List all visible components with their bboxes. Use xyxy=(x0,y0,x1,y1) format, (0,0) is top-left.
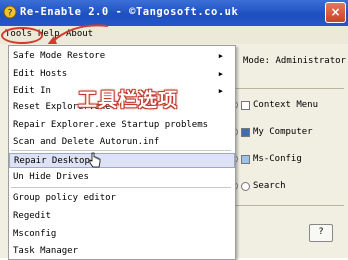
computer-icon xyxy=(241,127,250,137)
group-divider xyxy=(236,88,344,89)
menu-item-repair-explorer-startup[interactable]: Repair Explorer.exe Startup problems xyxy=(9,118,235,133)
search-icon xyxy=(241,181,250,191)
close-button[interactable]: × xyxy=(325,2,346,23)
tools-dropdown-menu: Safe Mode Restore ▶ Edit Hosts ▶ Edit In… xyxy=(8,45,236,260)
menu-item-label: Repair Desktop xyxy=(14,156,90,166)
app-window: ? Re-Enable 2.0 - ©Tangosoft.co.uk × Too… xyxy=(0,0,348,260)
submenu-arrow-icon: ▶ xyxy=(218,52,223,60)
option-context-menu[interactable]: Context Menu xyxy=(230,100,318,110)
menu-item-label: Un Hide Drives xyxy=(13,172,89,182)
menu-item-label: Group policy editor xyxy=(13,193,116,203)
group-divider xyxy=(236,205,344,206)
hand-cursor-icon xyxy=(89,152,101,168)
menu-item-label: Repair Explorer.exe Startup problems xyxy=(13,120,209,130)
menu-item-label: Scan and Delete Autorun.inf xyxy=(13,137,160,147)
window-title: Re-Enable 2.0 - ©Tangosoft.co.uk xyxy=(20,6,239,18)
menu-item-label: Edit Hosts xyxy=(13,69,68,79)
menu-item-task-manager[interactable]: Task Manager xyxy=(9,244,235,259)
option-label: Ms-Config xyxy=(253,154,302,164)
menu-item-label: Msconfig xyxy=(13,229,57,239)
menu-item-label: Edit In xyxy=(13,86,51,96)
menu-item-safe-mode-restore[interactable]: Safe Mode Restore ▶ xyxy=(9,49,235,64)
mode-label: Mode: Administrator xyxy=(243,56,346,66)
menu-item-edit-hosts[interactable]: Edit Hosts ▶ xyxy=(9,67,235,82)
menu-item-msconfig[interactable]: Msconfig xyxy=(9,227,235,242)
menu-item-group-policy-editor[interactable]: Group policy editor xyxy=(9,191,235,206)
menu-separator xyxy=(11,150,231,151)
annotation-caption: 工具栏选项 xyxy=(78,89,179,111)
menu-item-unhide-drives[interactable]: Un Hide Drives xyxy=(9,170,235,185)
msconfig-icon xyxy=(241,154,250,164)
menu-item-scan-autorun[interactable]: Scan and Delete Autorun.inf xyxy=(9,135,235,150)
submenu-arrow-icon: ▶ xyxy=(218,87,223,95)
option-label: Context Menu xyxy=(253,100,319,110)
menu-item-repair-desktop[interactable]: Repair Desktop xyxy=(9,153,235,168)
option-search[interactable]: Search xyxy=(230,181,286,191)
help-button[interactable]: ? xyxy=(309,224,333,242)
app-icon: ? xyxy=(3,5,17,19)
option-label: My Computer xyxy=(253,127,313,137)
svg-text:?: ? xyxy=(8,9,13,19)
menu-item-label: Task Manager xyxy=(13,246,79,256)
submenu-arrow-icon: ▶ xyxy=(218,70,223,78)
option-label: Search xyxy=(253,181,286,191)
menu-item-label: Regedit xyxy=(13,211,51,221)
option-ms-config[interactable]: Ms-Config xyxy=(230,154,302,164)
menu-item-label: Safe Mode Restore xyxy=(13,51,106,61)
context-menu-icon xyxy=(241,100,250,110)
menu-separator xyxy=(11,187,231,188)
menu-item-regedit[interactable]: Regedit xyxy=(9,209,235,224)
option-my-computer[interactable]: My Computer xyxy=(230,127,313,137)
